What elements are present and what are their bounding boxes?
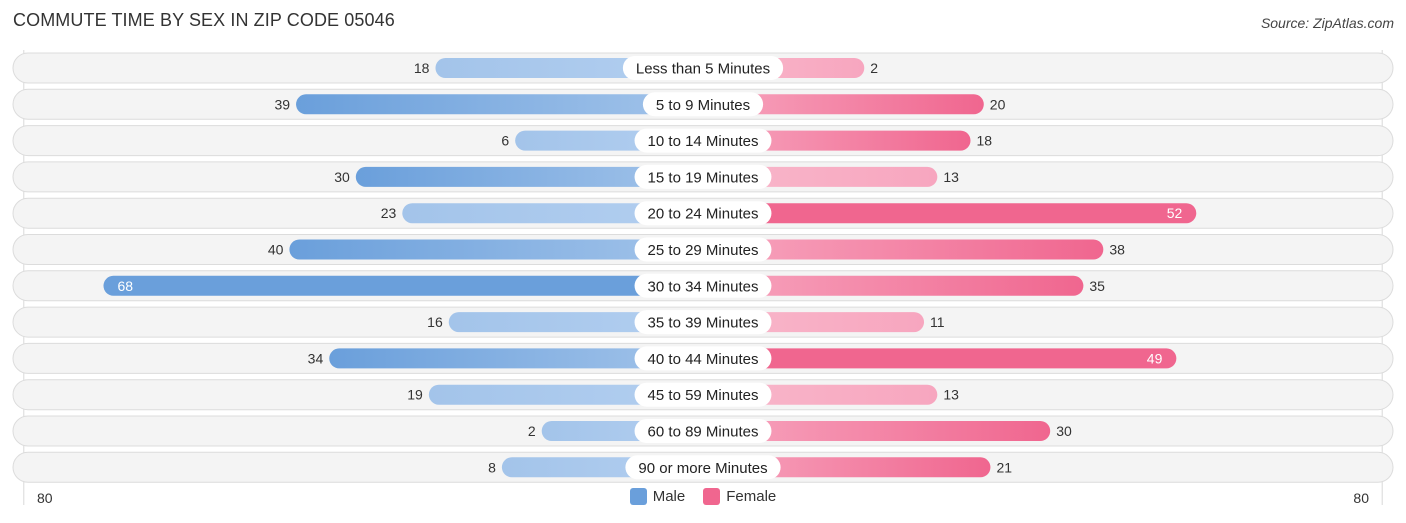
category-label: Less than 5 Minutes <box>636 61 770 78</box>
legend-label-female: Female <box>726 488 777 505</box>
value-label-male: 39 <box>274 96 290 112</box>
value-label-male: 30 <box>334 169 350 185</box>
legend-swatch-male <box>629 488 647 505</box>
value-label-female: 52 <box>1167 205 1183 221</box>
bar-male <box>103 275 704 296</box>
category-label: 30 to 34 Minutes <box>648 278 759 295</box>
bar-female <box>703 348 1177 369</box>
category-label: 10 to 14 Minutes <box>648 133 759 150</box>
value-label-female: 2 <box>870 60 878 76</box>
value-label-female: 13 <box>943 387 959 403</box>
legend-item-female[interactable]: Female <box>703 488 776 505</box>
value-label-male: 2 <box>528 423 536 439</box>
value-label-male: 18 <box>414 60 430 76</box>
value-label-female: 30 <box>1056 423 1072 439</box>
value-label-female: 21 <box>996 459 1012 475</box>
value-label-male: 34 <box>308 350 324 366</box>
legend-swatch-female <box>703 488 721 505</box>
value-label-male: 8 <box>488 459 496 475</box>
category-label: 5 to 9 Minutes <box>656 97 750 114</box>
chart-area: 18 2 Less than 5 Minutes 39 20 5 to 9 Minutes… <box>12 50 1394 506</box>
legend-label-male: Male <box>652 488 686 505</box>
category-label: 15 to 19 Minutes <box>648 169 759 186</box>
value-label-female: 35 <box>1089 278 1105 294</box>
category-label: 40 to 44 Minutes <box>648 351 759 368</box>
value-label-female: 38 <box>1109 242 1125 258</box>
value-label-male: 23 <box>381 205 397 221</box>
category-label: 35 to 39 Minutes <box>648 315 759 332</box>
category-label: 90 or more Minutes <box>638 460 767 477</box>
category-label: 25 to 29 Minutes <box>648 242 759 259</box>
category-label: 60 to 89 Minutes <box>648 424 759 441</box>
value-label-female: 49 <box>1147 350 1163 366</box>
legend-item-male[interactable]: Male <box>629 488 686 505</box>
bar-female <box>703 203 1197 224</box>
value-label-female: 11 <box>930 314 945 330</box>
bar-male <box>296 94 703 115</box>
value-label-male: 68 <box>117 278 133 294</box>
value-label-female: 13 <box>943 169 959 185</box>
value-label-male: 16 <box>427 314 443 330</box>
category-label: 45 to 59 Minutes <box>648 387 759 404</box>
value-label-male: 6 <box>501 133 509 149</box>
value-label-female: 20 <box>990 96 1006 112</box>
value-label-male: 19 <box>407 387 423 403</box>
category-label: 20 to 24 Minutes <box>648 206 759 223</box>
legend: Male Female <box>0 488 1406 505</box>
value-label-male: 40 <box>268 242 284 258</box>
value-label-female: 18 <box>977 133 993 149</box>
